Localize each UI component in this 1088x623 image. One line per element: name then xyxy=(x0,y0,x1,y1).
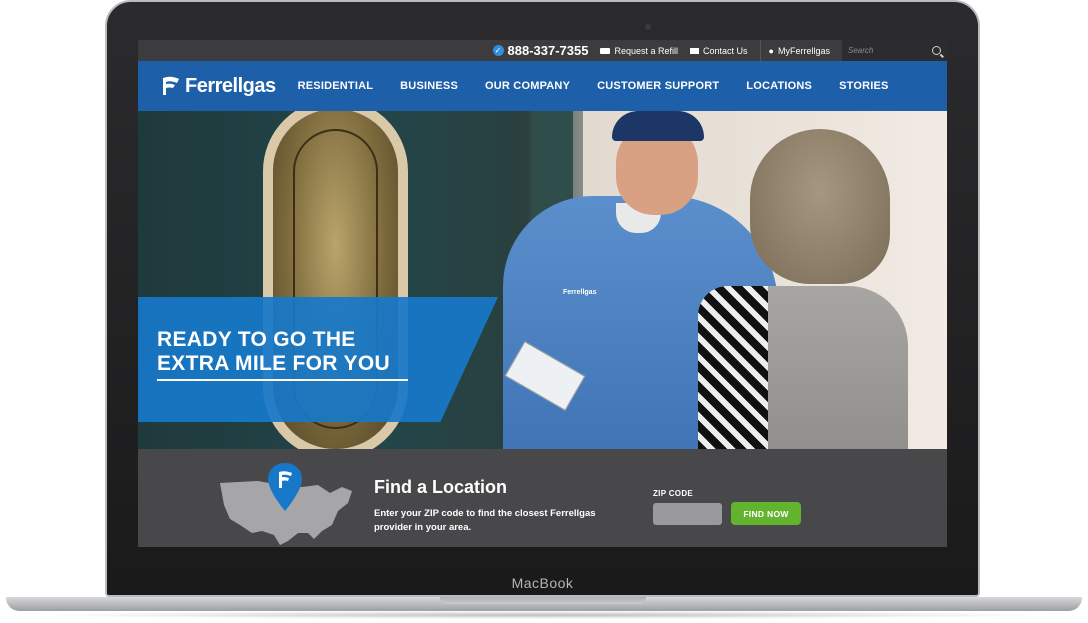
zip-code-label: ZIP CODE xyxy=(653,489,694,498)
search-box xyxy=(842,40,947,61)
nav-our-company[interactable]: OUR COMPANY xyxy=(485,80,570,92)
find-now-button[interactable]: FIND NOW xyxy=(731,502,801,525)
main-nav: Ferrellgas RESIDENTIAL BUSINESS OUR COMP… xyxy=(138,61,947,111)
search-icon[interactable] xyxy=(932,46,941,55)
phone-icon: ✓ xyxy=(492,45,504,56)
nav-residential[interactable]: RESIDENTIAL xyxy=(298,80,374,92)
camera-icon xyxy=(645,24,651,30)
laptop-notch xyxy=(440,597,646,604)
logo-text: Ferrellgas xyxy=(185,74,276,97)
my-account-link[interactable]: ● MyFerrellgas xyxy=(769,46,830,56)
website-screen: ✓ 888-337-7355 Request a Refill Contact … xyxy=(138,40,947,547)
my-account-label: MyFerrellgas xyxy=(777,45,830,56)
request-refill-label: Request a Refill xyxy=(614,45,679,56)
utility-bar: ✓ 888-337-7355 Request a Refill Contact … xyxy=(138,40,947,61)
contact-us-link[interactable]: Contact Us xyxy=(690,46,748,56)
customer-scarf xyxy=(698,286,768,449)
user-icon: ● xyxy=(768,45,774,56)
macbook-label: MacBook xyxy=(511,575,574,591)
ferrellgas-logo[interactable]: Ferrellgas xyxy=(160,75,276,98)
worker-cap xyxy=(612,111,704,141)
hero-image: Ferrellgas READY TO GO THE EXTRA MILE FO… xyxy=(138,111,947,449)
zip-code-input[interactable] xyxy=(653,503,722,525)
hero-underline xyxy=(157,379,408,381)
uniform-logo: Ferrellgas xyxy=(563,289,597,296)
location-finder: Find a Location Enter your ZIP code to f… xyxy=(138,449,947,547)
laptop-shadow xyxy=(30,611,1058,619)
mail-icon xyxy=(690,47,700,54)
request-refill-link[interactable]: Request a Refill xyxy=(600,46,678,56)
nav-locations[interactable]: LOCATIONS xyxy=(746,80,812,92)
find-location-description: Enter your ZIP code to find the closest … xyxy=(374,508,596,533)
find-location-title: Find a Location xyxy=(374,477,507,497)
customer-hair xyxy=(750,129,890,284)
nav-customer-support[interactable]: CUSTOMER SUPPORT xyxy=(597,80,719,92)
usa-map-icon xyxy=(220,463,352,545)
hero-headline: READY TO GO THE EXTRA MILE FOR YOU xyxy=(157,328,390,375)
ferrellgas-flag-icon xyxy=(163,76,179,95)
phone-link[interactable]: ✓ 888-337-7355 xyxy=(492,43,589,58)
search-input[interactable] xyxy=(848,46,928,55)
phone-number: 888-337-7355 xyxy=(507,43,589,58)
contact-us-label: Contact Us xyxy=(703,45,748,56)
utility-divider xyxy=(759,40,761,61)
nav-business[interactable]: BUSINESS xyxy=(400,80,458,92)
truck-icon xyxy=(600,47,611,54)
nav-stories[interactable]: STORIES xyxy=(839,80,889,92)
